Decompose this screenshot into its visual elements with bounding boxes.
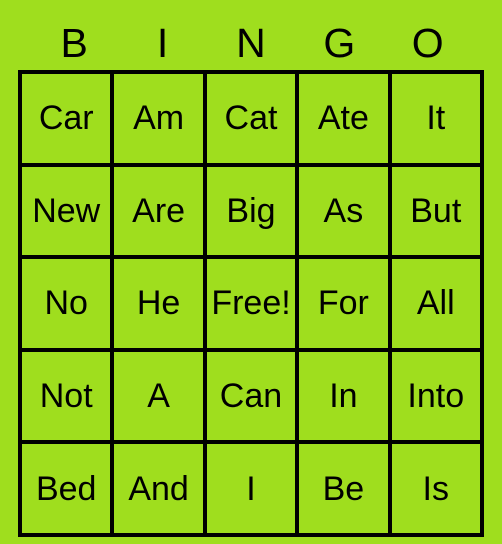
bingo-cell-free-space[interactable]: Free! <box>202 255 300 352</box>
bingo-cell[interactable]: I <box>202 440 300 537</box>
bingo-header-letter-b: B <box>60 20 88 66</box>
bingo-row: Car Am Cat Ate It <box>18 70 484 167</box>
bingo-cell[interactable]: Car <box>18 70 115 167</box>
bingo-header-letter-g: G <box>323 20 356 66</box>
bingo-cell[interactable]: No <box>18 255 115 352</box>
bingo-cell[interactable]: Am <box>110 70 207 167</box>
bingo-row: Not A Can In Into <box>18 347 484 445</box>
bingo-row: New Are Big As But <box>18 162 484 260</box>
bingo-cell[interactable]: Can <box>202 347 300 445</box>
bingo-grid: Car Am Cat Ate It New Are Big As But No … <box>18 70 484 537</box>
bingo-cell[interactable]: He <box>110 255 207 352</box>
bingo-row: No He Free! For All <box>18 255 484 352</box>
bingo-cell[interactable]: Big <box>202 162 300 260</box>
bingo-cell[interactable]: Is <box>387 440 484 537</box>
bingo-cell[interactable]: It <box>387 70 484 167</box>
bingo-cell[interactable]: And <box>110 440 207 537</box>
bingo-cell[interactable]: A <box>110 347 207 445</box>
bingo-header-row: B I N G O <box>30 0 472 70</box>
card-bottom-margin <box>0 537 502 544</box>
bingo-header-letter-i: I <box>156 20 169 66</box>
bingo-cell[interactable]: All <box>387 255 484 352</box>
bingo-cell[interactable]: Ate <box>295 70 392 167</box>
bingo-cell[interactable]: Are <box>110 162 207 260</box>
bingo-cell[interactable]: Cat <box>202 70 300 167</box>
bingo-cell[interactable]: But <box>387 162 484 260</box>
bingo-header-letter-o: O <box>411 20 444 66</box>
bingo-cell[interactable]: For <box>295 255 392 352</box>
bingo-cell[interactable]: Be <box>295 440 392 537</box>
bingo-header-letter-n: N <box>236 20 266 66</box>
bingo-cell[interactable]: Not <box>18 347 115 445</box>
bingo-row: Bed And I Be Is <box>18 440 484 537</box>
bingo-cell[interactable]: As <box>295 162 392 260</box>
bingo-cell[interactable]: New <box>18 162 115 260</box>
bingo-cell[interactable]: Into <box>387 347 484 445</box>
bingo-cell[interactable]: In <box>295 347 392 445</box>
bingo-cell[interactable]: Bed <box>18 440 115 537</box>
bingo-card: B I N G O Car Am Cat Ate It New Are Big … <box>0 0 502 544</box>
